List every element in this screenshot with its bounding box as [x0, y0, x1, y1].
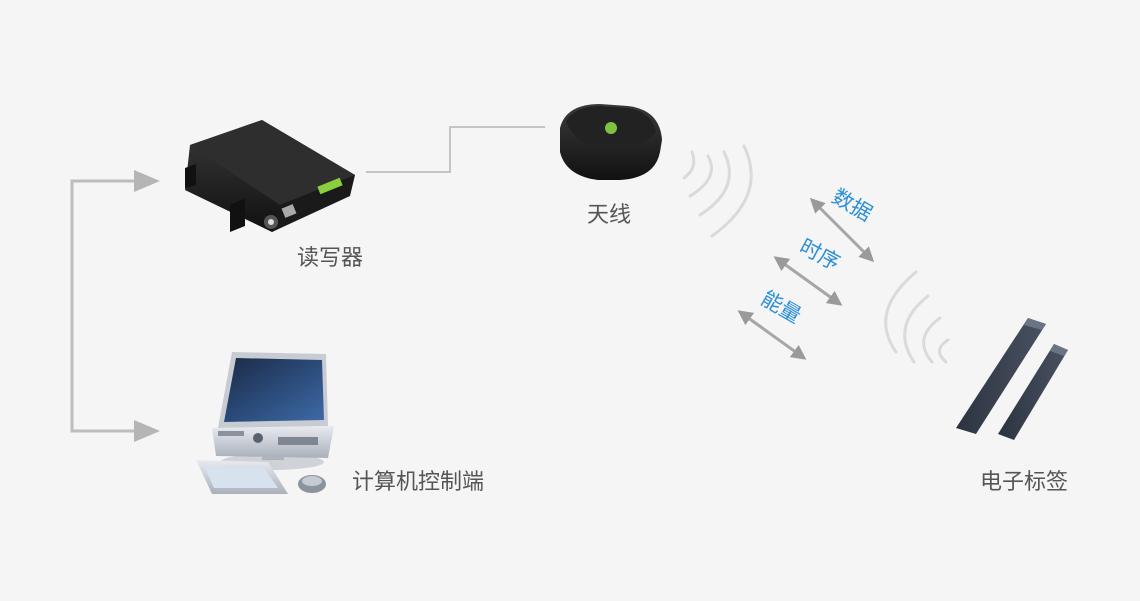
- reader-device-icon: [185, 120, 355, 232]
- antenna-label: 天线: [587, 203, 632, 228]
- tag-wave-icon: [884, 270, 950, 364]
- computer-device-icon: [196, 352, 334, 494]
- antenna-wave-icon: [682, 144, 753, 238]
- computer-label: 计算机控制端: [352, 470, 485, 495]
- tag-label: 电子标签: [980, 470, 1069, 495]
- antenna-device-icon: [560, 104, 662, 180]
- diagram-graphics: [70, 104, 1068, 494]
- reader-antenna-connector: [366, 126, 545, 173]
- reader-label: 读写器: [297, 246, 364, 271]
- computer-reader-connector: [70, 170, 160, 442]
- tag-device-icon: [956, 318, 1068, 440]
- rfid-system-diagram: 读写器 天线 计算机控制端 电子标签 数据 时序 能量: [0, 0, 1140, 601]
